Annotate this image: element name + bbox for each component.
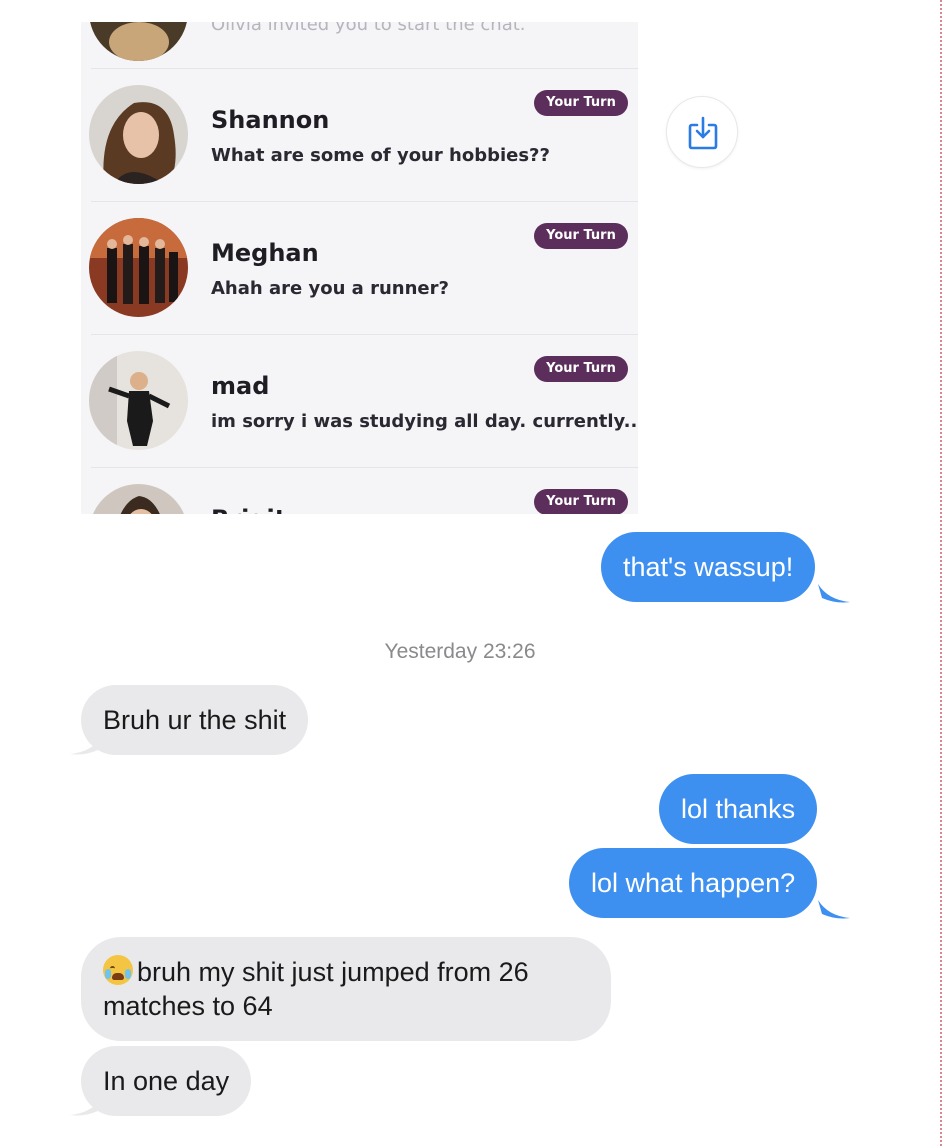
loudly-crying-face-icon — [103, 955, 133, 985]
bubble-tail — [818, 584, 850, 603]
message-text: that's wassup! — [623, 552, 794, 582]
match-row-shannon[interactable]: Shannon What are some of your hobbies?? … — [81, 68, 638, 201]
share-download-icon — [688, 116, 718, 150]
match-name: Shannon — [211, 106, 330, 134]
incoming-message-bubble[interactable]: bruh my shit just jumped from 26 matches… — [81, 937, 611, 1041]
top-partial-text: Olivia invited you to start the chat. — [211, 22, 526, 35]
match-row-brigit[interactable]: Brigit Your Turn — [81, 467, 638, 514]
message-timestamp: Yesterday 23:26 — [384, 640, 536, 663]
your-turn-badge: Your Turn — [534, 489, 628, 514]
your-turn-badge: Your Turn — [534, 223, 628, 249]
your-turn-badge: Your Turn — [534, 356, 628, 382]
match-name: Brigit — [211, 505, 286, 514]
match-name: Meghan — [211, 239, 319, 267]
outgoing-message-bubble[interactable]: lol what happen? — [569, 848, 818, 918]
page-edge-border — [940, 0, 942, 1146]
embedded-match-list-screenshot: Olivia invited you to start the chat. Sh… — [81, 22, 638, 514]
match-row-mad[interactable]: mad im sorry i was studying all day. cur… — [81, 334, 638, 467]
match-message: Ahah are you a runner? — [211, 278, 449, 299]
match-name: mad — [211, 372, 270, 400]
message-text-line1: bruh my shit just jumped from 26 — [137, 957, 529, 987]
incoming-message-bubble[interactable]: Bruh ur the shit — [81, 685, 309, 755]
avatar-olivia — [89, 22, 188, 61]
message-text: lol thanks — [681, 794, 796, 824]
outgoing-message-bubble[interactable]: that's wassup! — [601, 532, 816, 602]
your-turn-badge: Your Turn — [534, 90, 628, 116]
avatar-mad — [89, 351, 188, 450]
match-message: im sorry i was studying all day. current… — [211, 411, 638, 432]
avatar-shannon — [89, 85, 188, 184]
message-text: lol what happen? — [591, 868, 796, 898]
bubble-tail — [70, 1097, 102, 1116]
avatar-brigit — [89, 484, 188, 514]
outgoing-message-bubble[interactable]: lol thanks — [659, 774, 818, 844]
message-text-line2: matches to 64 — [103, 991, 273, 1021]
share-button[interactable] — [666, 96, 738, 168]
message-text: In one day — [103, 1066, 230, 1096]
match-message: What are some of your hobbies?? — [211, 145, 550, 166]
avatar-meghan — [89, 218, 188, 317]
match-row-meghan[interactable]: Meghan Ahah are you a runner? Your Turn — [81, 201, 638, 334]
message-text: Bruh ur the shit — [103, 705, 287, 735]
bubble-tail — [70, 736, 102, 755]
incoming-message-bubble[interactable]: In one day — [81, 1046, 252, 1116]
bubble-tail — [818, 900, 850, 919]
